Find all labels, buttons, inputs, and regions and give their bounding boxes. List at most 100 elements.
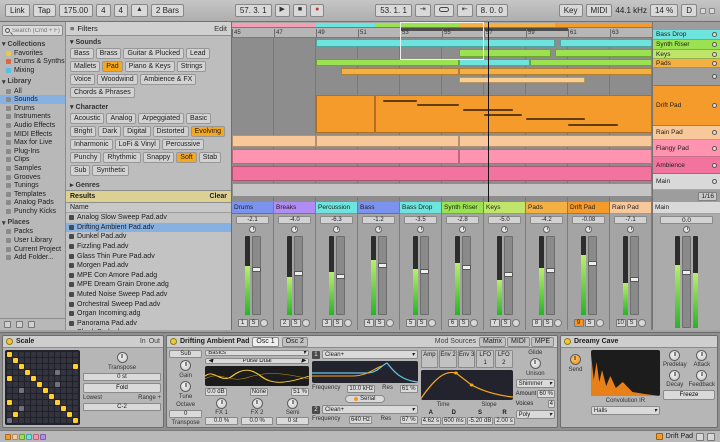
engine-select[interactable]: ◀ Pulse Dual ▶: [205, 357, 309, 364]
scale-cell[interactable]: [37, 412, 42, 417]
scale-cell[interactable]: [67, 418, 72, 423]
channel-name[interactable]: Synth Riser: [442, 202, 483, 214]
arm-button[interactable]: [259, 319, 268, 327]
filter-tag[interactable]: Dark: [98, 126, 122, 137]
volume-value[interactable]: -0.08: [572, 216, 605, 224]
pan-knob[interactable]: [316, 224, 357, 235]
scale-cell[interactable]: [43, 352, 48, 357]
scale-cell[interactable]: [49, 412, 54, 417]
result-item[interactable]: Panorama Pad.adv: [66, 319, 231, 329]
scale-cell[interactable]: [55, 400, 60, 405]
filter-tag[interactable]: Soft: [176, 152, 197, 163]
arrangement-clip[interactable]: [316, 95, 375, 133]
scale-cell[interactable]: [61, 406, 66, 411]
scale-cell[interactable]: [31, 394, 36, 399]
sub-button[interactable]: Sub: [169, 350, 203, 358]
scale-cell[interactable]: [55, 388, 60, 393]
device-title[interactable]: Drifting Ambient Pad: [180, 338, 249, 345]
scale-cell[interactable]: [61, 376, 66, 381]
scale-cell[interactable]: [37, 382, 42, 387]
clip-view-icon[interactable]: [707, 432, 715, 441]
track-header[interactable]: Flangy Pad: [653, 140, 720, 157]
disk-overload-indicator[interactable]: D: [681, 3, 697, 18]
pan-knob[interactable]: [358, 224, 399, 235]
solo-button[interactable]: S: [248, 319, 259, 327]
scale-cell[interactable]: [55, 406, 60, 411]
arm-icon[interactable]: [712, 179, 717, 184]
library-item[interactable]: Max for Live: [0, 138, 65, 147]
filter-tag[interactable]: Bass: [70, 48, 94, 59]
engine-category-select[interactable]: Basics ▾: [205, 350, 309, 356]
filter1-type-select[interactable]: Clean+ ▾: [321, 350, 418, 359]
scale-cell[interactable]: [7, 418, 12, 423]
scale-cell[interactable]: [49, 352, 54, 357]
volume-fader[interactable]: [251, 236, 261, 315]
scale-cell[interactable]: [37, 406, 42, 411]
scale-cell[interactable]: [31, 382, 36, 387]
volume-fader[interactable]: [293, 236, 303, 315]
filter-tag[interactable]: Arpeggiated: [138, 113, 185, 124]
transpose-value[interactable]: 0 st: [83, 373, 161, 381]
channel-name[interactable]: Rain Pad: [610, 202, 651, 214]
envelope-display[interactable]: [420, 370, 513, 400]
library-item[interactable]: Templates: [0, 190, 65, 199]
cpu-meter[interactable]: 14 %: [649, 3, 679, 18]
scale-cell[interactable]: [55, 418, 60, 423]
track-lanes[interactable]: [232, 38, 652, 201]
scale-cell[interactable]: [7, 370, 12, 375]
filter-tag[interactable]: Percussive: [161, 139, 205, 150]
scale-cell[interactable]: [67, 400, 72, 405]
track-activator-button[interactable]: 8: [531, 319, 542, 327]
scale-cell[interactable]: [73, 382, 78, 387]
scale-cell[interactable]: [43, 412, 48, 417]
mod-tab[interactable]: MPE: [530, 336, 554, 347]
place-item[interactable]: User Library: [0, 236, 65, 245]
scale-cell[interactable]: [73, 370, 78, 375]
scale-cell[interactable]: [55, 364, 60, 369]
scale-cell[interactable]: [31, 358, 36, 363]
fader-handle[interactable]: [419, 268, 429, 274]
filter-tag[interactable]: Woodwind: [97, 74, 138, 85]
result-item[interactable]: Muted Noise Sweep Pad.adv: [66, 290, 231, 300]
fx1-knob[interactable]: [216, 398, 228, 409]
channel-name[interactable]: Breaks: [274, 202, 315, 214]
fader-handle[interactable]: [587, 261, 597, 267]
volume-fader[interactable]: [629, 236, 639, 315]
track-header[interactable]: Pads: [653, 59, 720, 68]
time-label[interactable]: Time: [437, 402, 450, 408]
arrangement-clip[interactable]: [316, 59, 459, 66]
arm-button[interactable]: [427, 319, 436, 327]
scale-cell[interactable]: [7, 406, 12, 411]
fader-handle[interactable]: [293, 270, 303, 276]
voices-value[interactable]: 4: [547, 400, 555, 408]
arm-icon[interactable]: [712, 130, 717, 135]
edit-filters-button[interactable]: Edit: [214, 24, 227, 33]
pan-knob[interactable]: [232, 224, 273, 235]
arm-icon[interactable]: [712, 51, 717, 57]
filter-tag[interactable]: Evolving: [190, 126, 226, 137]
filter-tag[interactable]: Pad: [102, 61, 123, 72]
arrangement-clip[interactable]: [232, 135, 316, 147]
scale-cell[interactable]: [13, 376, 18, 381]
prev-engine-icon[interactable]: ◀: [208, 359, 213, 363]
scale-cell[interactable]: [55, 376, 60, 381]
scale-cell[interactable]: [19, 406, 24, 411]
device-on-icon[interactable]: [564, 338, 571, 345]
channel-name[interactable]: Pads: [526, 202, 567, 214]
clear-filters-button[interactable]: Clear: [209, 193, 227, 200]
arm-button[interactable]: [343, 319, 352, 327]
scale-cell[interactable]: [61, 412, 66, 417]
filter-tag[interactable]: Lead: [186, 48, 210, 59]
arrangement-clip[interactable]: [555, 49, 652, 57]
collections-header[interactable]: ▾ Collections: [0, 39, 65, 49]
scale-cell[interactable]: [7, 400, 12, 405]
envelope-tab[interactable]: Env 3: [457, 350, 476, 368]
scale-cell[interactable]: [61, 400, 66, 405]
track-activator-button[interactable]: 6: [447, 319, 458, 327]
solo-button[interactable]: S: [542, 319, 553, 327]
scale-cell[interactable]: [13, 394, 18, 399]
feedback-knob[interactable]: [696, 370, 708, 381]
scale-cell[interactable]: [43, 370, 48, 375]
scale-cell[interactable]: [49, 388, 54, 393]
scale-cell[interactable]: [19, 388, 24, 393]
